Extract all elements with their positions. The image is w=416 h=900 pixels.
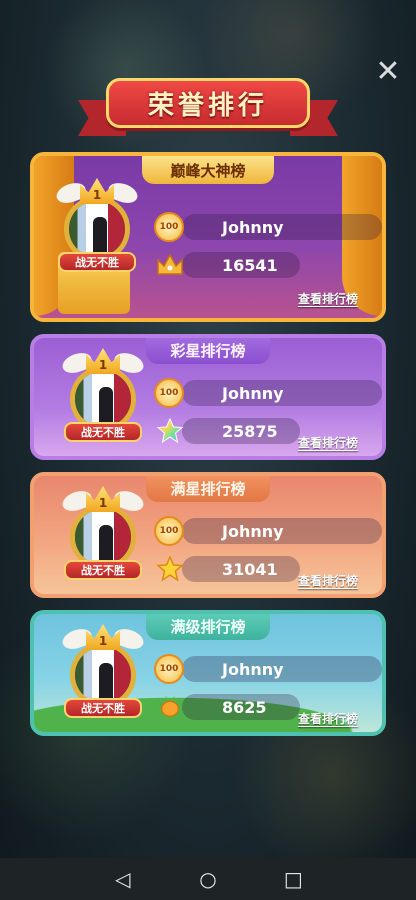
ribbon-banner: 荣誉排行 [106,78,310,128]
score-value: 25875 [222,421,278,441]
rank-crown-icon: 1 [86,486,120,512]
system-nav-bar: ◁ ○ □ [0,858,416,900]
gold-star-icon [156,556,184,582]
view-leaderboard-link[interactable]: 查看排行榜 [298,434,358,451]
level-badge-icon: 100 [154,378,184,408]
level-badge-icon: 100 [154,516,184,546]
level-badge-icon: 100 [154,212,184,242]
card-tab-title: 满星排行榜 [146,476,270,502]
card-tab-title: 彩星排行榜 [146,338,270,364]
leaderboard-card-peak[interactable]: 巅峰大神榜 1 战无不胜 Johnny 100 16541 查看排行榜 [30,152,386,322]
player-name-pill: Johnny [182,214,382,240]
view-leaderboard-link[interactable]: 查看排行榜 [298,290,358,307]
recents-square-icon[interactable]: □ [278,867,308,891]
player-name: Johnny [222,217,284,237]
card-tab-title: 满级排行榜 [146,614,270,640]
player-name: Johnny [222,383,284,403]
title-badge: 战无不胜 [64,422,142,442]
rank-crown-icon: 1 [80,178,114,204]
view-leaderboard-link[interactable]: 查看排行榜 [298,710,358,727]
carrot-icon [160,695,180,717]
avatar-frame: 1 战无不胜 [59,486,147,584]
avatar-frame: 1 战无不胜 [53,178,141,276]
view-leaderboard-link[interactable]: 查看排行榜 [298,572,358,589]
title-badge: 战无不胜 [64,698,142,718]
rank-number: 1 [98,496,108,510]
rank-crown-icon: 1 [86,348,120,374]
title-badge: 战无不胜 [64,560,142,580]
leaderboard-card-full-level[interactable]: 满级排行榜 1 战无不胜 Johnny 100 8625 查看排行榜 [30,610,386,736]
back-triangle-icon[interactable]: ◁ [108,867,138,891]
rank-number: 1 [98,634,108,648]
title-badge: 战无不胜 [58,252,136,272]
level-badge-icon: 100 [154,654,184,684]
rank-crown-icon: 1 [86,624,120,650]
leaderboard-card-rainbow-star[interactable]: 彩星排行榜 1 战无不胜 Johnny 100 25875 查看排行榜 [30,334,386,460]
player-name: Johnny [222,659,284,679]
title-ribbon: 荣誉排行 [78,74,338,144]
player-name-pill: Johnny [182,518,382,544]
player-name-pill: Johnny [182,380,382,406]
page-title: 荣誉排行 [147,90,268,121]
leaderboard-card-full-star[interactable]: 满星排行榜 1 战无不胜 Johnny 100 31041 查看排行榜 [30,472,386,598]
rainbow-star-icon [156,418,184,444]
rank-number: 1 [92,188,102,202]
score-value: 16541 [222,255,278,275]
home-circle-icon[interactable]: ○ [193,867,223,891]
player-name-pill: Johnny [182,656,382,682]
score-value: 31041 [222,559,278,579]
avatar-frame: 1 战无不胜 [59,348,147,446]
rank-number: 1 [98,358,108,372]
score-value: 8625 [222,697,267,717]
score-pill: 16541 [182,252,300,278]
score-pill: 31041 [182,556,300,582]
avatar-frame: 1 战无不胜 [59,624,147,722]
close-icon[interactable]: ✕ [372,56,404,88]
player-name: Johnny [222,521,284,541]
crown-icon [157,253,183,275]
card-tab-title: 巅峰大神榜 [142,156,274,184]
score-pill: 8625 [182,694,300,720]
score-pill: 25875 [182,418,300,444]
